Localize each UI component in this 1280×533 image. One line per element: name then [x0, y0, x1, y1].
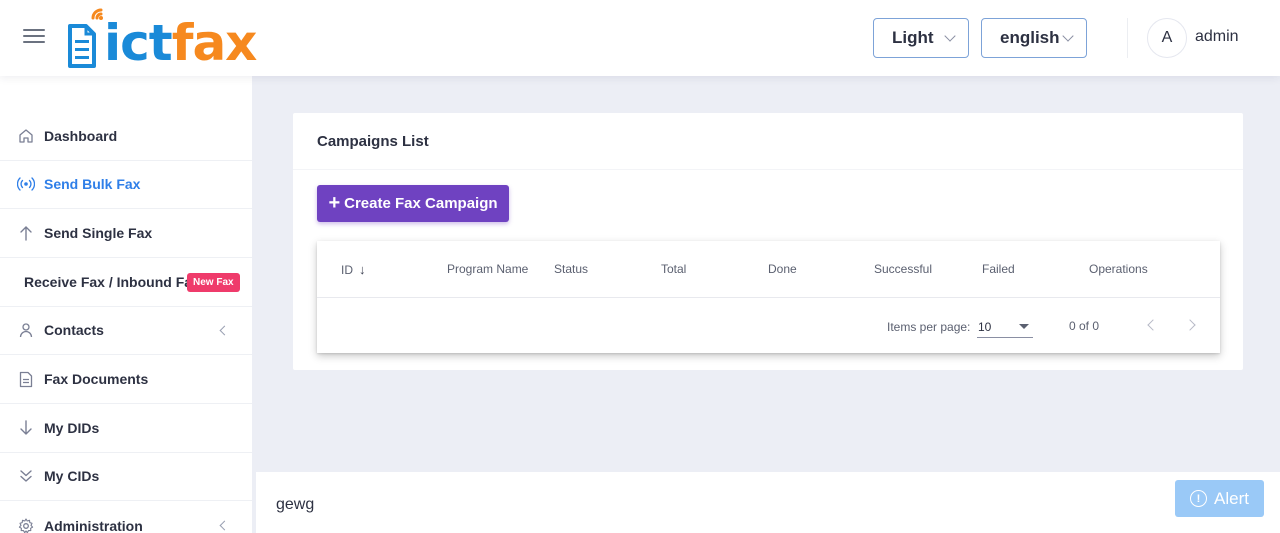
column-header-failed[interactable]: Failed	[982, 262, 1015, 276]
language-select[interactable]: english	[981, 18, 1087, 58]
sidebar-item-label: Receive Fax / Inbound Fax	[24, 274, 200, 290]
sidebar-item-dashboard[interactable]: Dashboard	[0, 112, 252, 161]
logo-fax-text: fax	[171, 14, 258, 72]
campaigns-table: ID ↓ Program Name Status Total Done Succe…	[317, 241, 1220, 353]
sidebar-item-fax-documents[interactable]: Fax Documents	[0, 355, 252, 404]
chevron-right-icon	[1184, 319, 1196, 331]
chevron-left-icon	[1147, 319, 1159, 331]
arrow-down-icon	[17, 419, 35, 437]
top-header: ictfax Light english A admin	[0, 0, 1280, 76]
sidebar-item-label: Dashboard	[44, 128, 118, 144]
sort-arrow-down-icon: ↓	[359, 262, 366, 277]
page-footer: gewg	[256, 472, 1280, 533]
column-header-id[interactable]: ID ↓	[341, 262, 366, 277]
new-fax-badge: New Fax	[187, 272, 240, 292]
column-header-status[interactable]: Status	[554, 262, 588, 276]
table-paginator: Items per page: 10 0 of 0	[317, 298, 1220, 353]
document-icon	[17, 370, 35, 388]
items-per-page-select[interactable]: 10	[977, 316, 1033, 338]
sidebar-item-contacts[interactable]: Contacts	[0, 306, 252, 355]
items-per-page-value: 10	[978, 320, 992, 334]
sidebar-item-label: Administration	[44, 517, 143, 533]
arrow-up-icon	[17, 224, 35, 242]
sidebar-item-label: My CIDs	[44, 468, 100, 484]
column-header-successful[interactable]: Successful	[874, 262, 932, 276]
dropdown-arrow-icon	[1019, 324, 1029, 329]
create-button-label: Create Fax Campaign	[344, 195, 498, 212]
create-fax-campaign-button[interactable]: + Create Fax Campaign	[317, 185, 509, 222]
avatar-initial: A	[1161, 29, 1173, 46]
sidebar-item-send-single-fax[interactable]: Send Single Fax	[0, 209, 252, 258]
sidebar-item-label: My DIDs	[44, 420, 100, 436]
sidebar-item-administration[interactable]: Administration	[0, 501, 252, 533]
app-logo[interactable]: ictfax	[66, 8, 280, 72]
double-chevron-down-icon	[17, 467, 35, 485]
alert-button[interactable]: ! Alert	[1175, 480, 1264, 517]
sidebar-item-label: Fax Documents	[44, 371, 149, 387]
column-header-operations: Operations	[1089, 262, 1148, 276]
sidebar-item-send-bulk-fax[interactable]: Send Bulk Fax	[0, 160, 252, 209]
theme-select-value: Light	[892, 28, 934, 47]
campaigns-card: Campaigns List + Create Fax Campaign ID ↓…	[293, 113, 1243, 370]
alert-button-label: Alert	[1214, 488, 1249, 508]
page-title: Campaigns List	[317, 133, 429, 150]
username[interactable]: admin	[1195, 28, 1239, 46]
footer-text: gewg	[276, 496, 315, 513]
logo-wordmark: ictfax	[104, 14, 258, 72]
card-divider	[293, 169, 1243, 170]
sidebar-item-label: Contacts	[44, 322, 104, 338]
sidebar-item-label: Send Single Fax	[44, 225, 153, 241]
user-icon	[17, 321, 35, 339]
next-page-button[interactable]	[1184, 318, 1199, 332]
broadcast-icon	[17, 175, 35, 193]
menu-toggle-icon[interactable]	[23, 29, 45, 45]
items-per-page-label: Items per page:	[887, 320, 971, 334]
table-header: ID ↓ Program Name Status Total Done Succe…	[317, 241, 1220, 298]
column-header-done[interactable]: Done	[768, 262, 797, 276]
chevron-left-icon	[219, 520, 230, 531]
theme-select[interactable]: Light	[873, 18, 969, 58]
sidebar-item-label: Send Bulk Fax	[44, 176, 141, 192]
fax-logo-icon	[68, 8, 103, 68]
previous-page-button[interactable]	[1145, 318, 1159, 332]
column-header-program-name[interactable]: Program Name	[447, 262, 528, 276]
sidebar-item-my-dids[interactable]: My DIDs	[0, 404, 252, 453]
chevron-left-icon	[219, 325, 230, 335]
language-select-value: english	[1000, 28, 1060, 47]
sidebar-item-receive-fax[interactable]: Receive Fax / Inbound Fax New Fax	[0, 258, 252, 307]
alert-circle-icon: !	[1190, 490, 1208, 507]
page-range-label: 0 of 0	[1069, 319, 1100, 333]
column-header-total[interactable]: Total	[661, 262, 686, 276]
sidebar-item-my-cids[interactable]: My CIDs	[0, 452, 252, 501]
header-divider	[1127, 18, 1128, 58]
avatar[interactable]: A	[1147, 18, 1187, 58]
plus-icon: +	[328, 192, 341, 214]
gear-icon	[17, 517, 35, 533]
sidebar: Dashboard Send Bulk Fax Send Single Fax …	[0, 76, 252, 533]
home-icon	[17, 127, 35, 145]
column-header-label: ID	[341, 263, 353, 277]
logo-ict-text: ict	[104, 14, 173, 72]
chevron-down-icon	[944, 30, 956, 42]
chevron-down-icon	[1062, 30, 1074, 42]
